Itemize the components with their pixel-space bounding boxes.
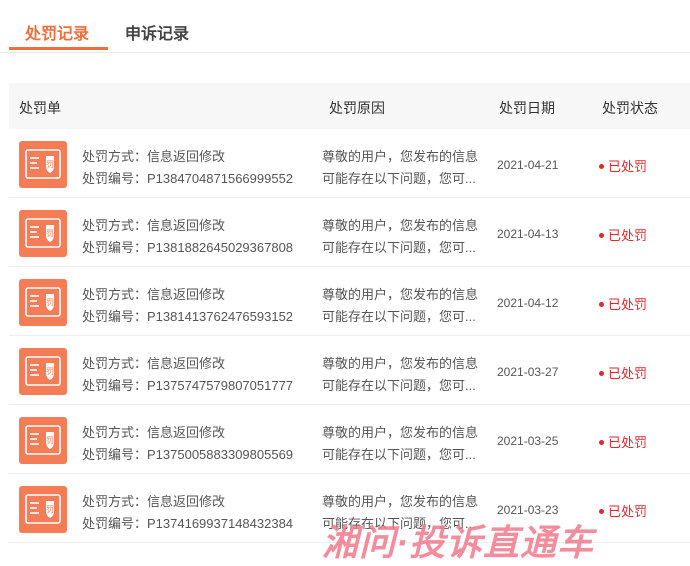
- penalty-status: 已处罚: [599, 225, 647, 244]
- penalty-ticket-icon: 罚: [19, 210, 67, 257]
- penalty-reason-line2: 可能存在以下问题，您可...: [322, 240, 476, 255]
- penalty-reason-line2: 可能存在以下问题，您可...: [322, 171, 476, 186]
- penalty-method: 处罚方式：信息返回修改: [82, 425, 226, 440]
- status-dot: [599, 302, 604, 308]
- penalty-number: 处罚编号：P1381882645029367808: [82, 240, 294, 255]
- penalty-date: 2021-04-21: [497, 158, 559, 172]
- penalty-status: 已处罚: [599, 432, 647, 451]
- tab-appeal-records[interactable]: 申诉记录: [125, 20, 189, 44]
- status-dot: [599, 164, 604, 170]
- penalty-reason-line1: 尊敬的用户，您发布的信息: [322, 287, 479, 302]
- penalty-ticket-icon: 罚: [19, 348, 67, 395]
- penalty-status: 已处罚: [599, 501, 647, 520]
- status-label: 已处罚: [608, 159, 648, 174]
- penalty-status: 已处罚: [599, 363, 647, 382]
- table-row[interactable]: 罚 处罚方式：信息返回修改处罚编号：P1381882645029367808 尊敬的…: [9, 198, 690, 267]
- penalty-number: 处罚编号：P1375005883309805569: [82, 447, 294, 462]
- status-dot: [599, 509, 604, 515]
- penalty-status: 已处罚: [599, 294, 647, 313]
- penalty-reason-line1: 尊敬的用户，您发布的信息: [322, 356, 479, 371]
- penalty-ticket-icon: 罚: [19, 486, 67, 533]
- status-dot: [599, 440, 604, 446]
- penalty-method: 处罚方式：信息返回修改: [82, 149, 226, 164]
- table-row[interactable]: 罚 处罚方式：信息返回修改处罚编号：P1384704871566999552 尊敬的…: [9, 129, 690, 198]
- svg-text:罚: 罚: [46, 160, 54, 169]
- svg-text:罚: 罚: [46, 436, 54, 445]
- penalty-number: 处罚编号：P1375747579807051777: [82, 378, 294, 393]
- column-header-reason: 处罚原因: [329, 100, 385, 116]
- status-dot: [599, 233, 604, 239]
- active-tab-indicator: [9, 47, 108, 50]
- penalty-reason-line2: 可能存在以下问题，您可...: [322, 309, 476, 324]
- penalty-number: 处罚编号：P1381413762476593152: [82, 309, 294, 324]
- penalty-method: 处罚方式：信息返回修改: [82, 218, 226, 233]
- penalty-number: 处罚编号：P1384704871566999552: [82, 171, 294, 186]
- svg-text:罚: 罚: [46, 229, 54, 238]
- penalty-table: 处罚单 处罚原因 处罚日期 处罚状态 罚处罚方式：信息返回修改 处罚编号：P138…: [9, 83, 690, 543]
- status-label: 已处罚: [608, 504, 648, 519]
- penalty-status: 已处罚: [599, 156, 647, 175]
- penalty-date: 2021-04-13: [497, 227, 559, 241]
- tab-penalty-records[interactable]: 处罚记录: [25, 20, 89, 44]
- status-label: 已处罚: [608, 366, 648, 381]
- column-header-status: 处罚状态: [602, 100, 658, 116]
- table-header: 处罚单 处罚原因 处罚日期 处罚状态: [9, 83, 690, 129]
- penalty-number: 处罚编号：P1374169937148432384: [82, 516, 294, 531]
- penalty-ticket-icon: 罚: [19, 141, 67, 188]
- penalty-reason-line1: 尊敬的用户，您发布的信息: [322, 218, 479, 233]
- penalty-method: 处罚方式：信息返回修改: [82, 287, 226, 302]
- table-row[interactable]: 罚 处罚方式：信息返回修改处罚编号：P1375747579807051777 尊敬的…: [9, 336, 690, 405]
- penalty-method: 处罚方式：信息返回修改: [82, 356, 226, 371]
- svg-text:罚: 罚: [46, 367, 54, 376]
- table-body: 罚处罚方式：信息返回修改 处罚编号：P1384704871566999552 尊敬的…: [9, 129, 690, 543]
- penalty-ticket-icon: 罚: [19, 417, 67, 464]
- penalty-date: 2021-03-27: [497, 365, 559, 379]
- penalty-date: 2021-03-25: [497, 434, 559, 448]
- penalty-reason-line2: 可能存在以下问题，您可...: [322, 378, 476, 393]
- column-header-date: 处罚日期: [499, 100, 555, 116]
- table-row[interactable]: 罚 处罚方式：信息返回修改处罚编号：P1381413762476593152 尊敬的…: [9, 267, 690, 336]
- status-label: 已处罚: [608, 228, 648, 243]
- penalty-reason-line1: 尊敬的用户，您发布的信息: [322, 149, 479, 164]
- penalty-reason-line2: 可能存在以下问题，您可...: [322, 447, 476, 462]
- status-label: 已处罚: [608, 435, 648, 450]
- svg-text:罚: 罚: [46, 505, 54, 514]
- penalty-reason-line1: 尊敬的用户，您发布的信息: [322, 494, 479, 509]
- svg-text:罚: 罚: [46, 298, 54, 307]
- status-label: 已处罚: [608, 297, 648, 312]
- penalty-date: 2021-04-12: [497, 296, 559, 310]
- status-dot: [599, 371, 604, 377]
- watermark-logo: 湘问·投诉直通车: [322, 522, 594, 563]
- tab-bar: 处罚记录 申诉记录: [0, 0, 690, 53]
- penalty-ticket-icon: 罚: [19, 279, 67, 326]
- table-row[interactable]: 罚 处罚方式：信息返回修改处罚编号：P1375005883309805569 尊敬的…: [9, 405, 690, 474]
- penalty-method: 处罚方式：信息返回修改: [82, 494, 226, 509]
- column-header-order: 处罚单: [19, 100, 61, 116]
- penalty-reason-line1: 尊敬的用户，您发布的信息: [322, 425, 479, 440]
